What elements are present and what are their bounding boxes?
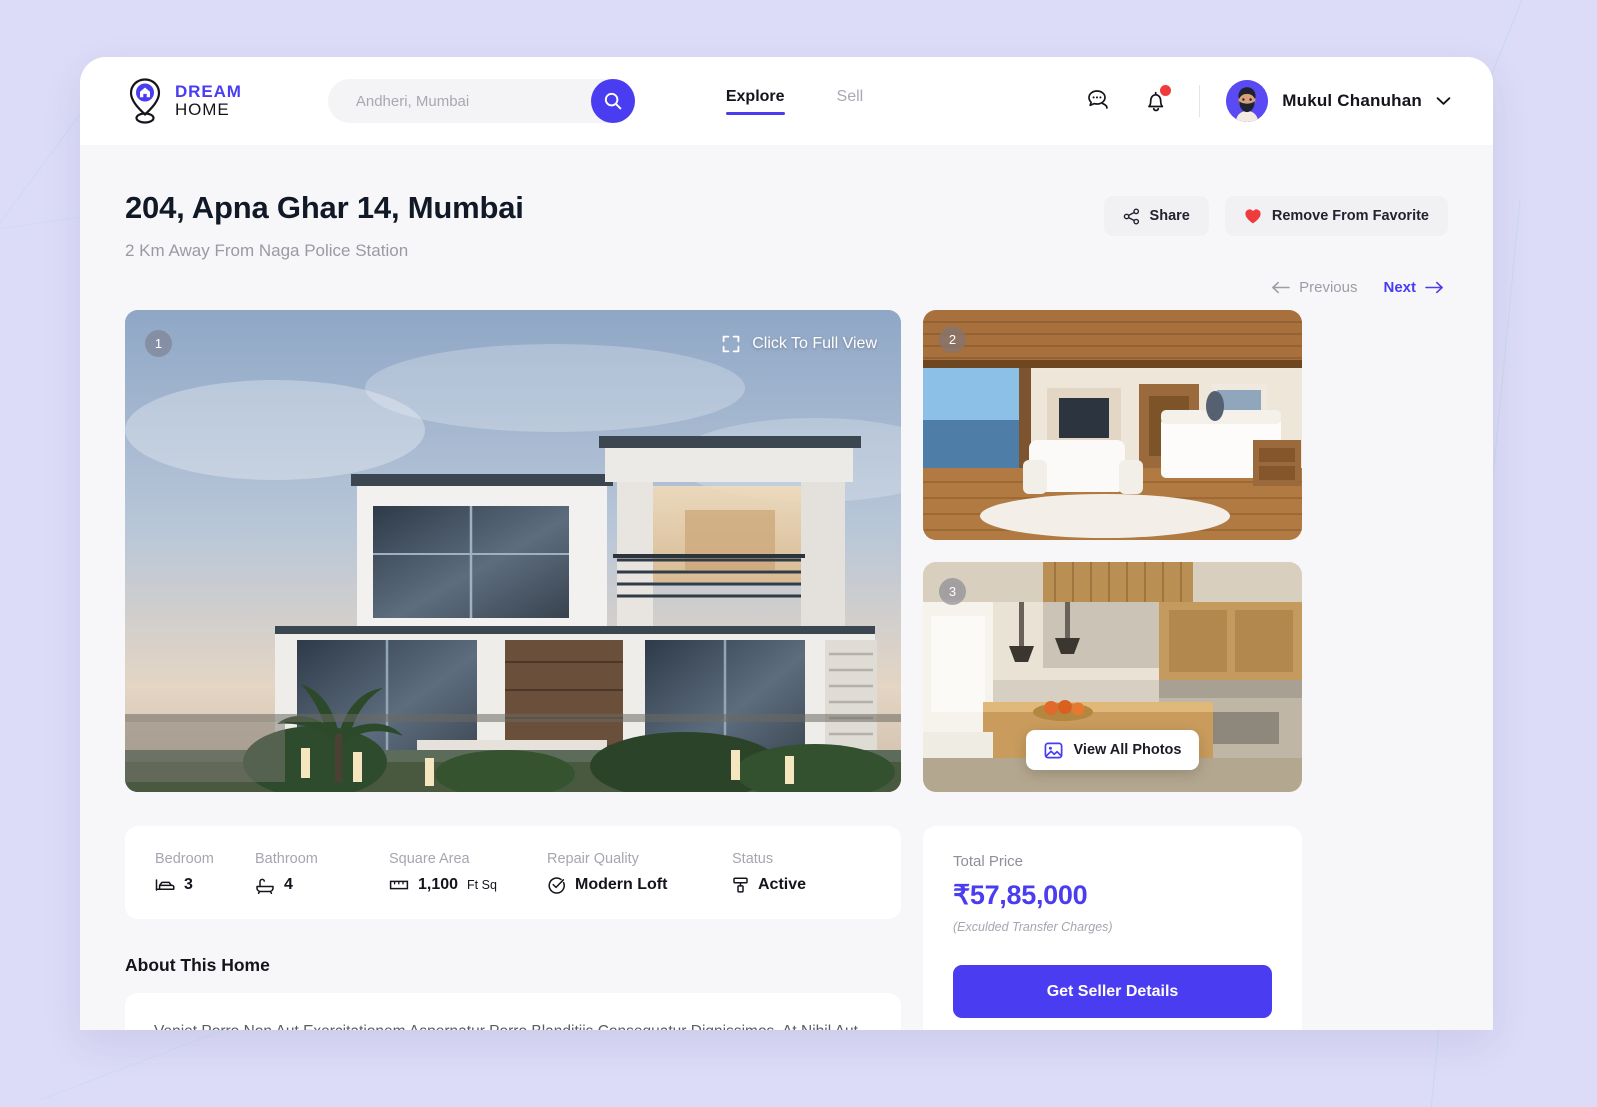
stat-repair-quality-value: Modern Loft bbox=[575, 876, 668, 893]
stat-bathroom: Bathroom 4 bbox=[255, 851, 389, 894]
view-all-photos-label: View All Photos bbox=[1073, 742, 1182, 758]
bathtub-icon bbox=[256, 878, 274, 894]
gallery-pager: Previous Next bbox=[125, 279, 1448, 296]
listing-actions: Share Remove From Favorite bbox=[1103, 190, 1448, 236]
stat-square-area-unit: Ft Sq bbox=[467, 878, 497, 892]
arrow-left-icon bbox=[1272, 281, 1290, 294]
main-nav: Explore Sell bbox=[725, 87, 864, 115]
stat-status-label: Status bbox=[732, 851, 774, 867]
previous-button[interactable]: Previous bbox=[1271, 279, 1357, 296]
property-stats: Bedroom 3 Bathroom 4 Square Area 1,100 F… bbox=[125, 826, 901, 919]
stat-bedroom-value: 3 bbox=[184, 876, 193, 893]
stat-bathroom-label: Bathroom bbox=[255, 851, 318, 867]
avatar bbox=[1226, 80, 1269, 122]
page-title: 204, Apna Ghar 14, Mumbai bbox=[125, 190, 524, 225]
thumbnail-photo-1-image bbox=[923, 310, 1302, 540]
header-actions: Mukul Chanuhan bbox=[1083, 80, 1451, 122]
about-card: Veniet Porro Non Aut Exercitationem Aspe… bbox=[125, 993, 901, 1030]
search-icon bbox=[604, 92, 622, 110]
get-seller-details-label: Get Seller Details bbox=[1046, 982, 1179, 1000]
about-heading: About This Home bbox=[125, 955, 270, 975]
brand-logo[interactable]: DREAM HOME bbox=[125, 77, 242, 125]
stat-repair-quality: Repair Quality Modern Loft bbox=[547, 851, 732, 894]
price-amount: ₹57,85,000 bbox=[953, 880, 1088, 910]
heart-icon bbox=[1245, 208, 1261, 223]
map-pin-home-icon bbox=[129, 78, 161, 124]
click-to-full-view[interactable]: Click To Full View bbox=[721, 334, 877, 354]
share-icon bbox=[1123, 208, 1139, 225]
click-to-full-view-label: Click To Full View bbox=[752, 335, 877, 352]
thumbnail-photo-2[interactable]: 3 View All Photos bbox=[923, 562, 1302, 792]
chevron-down-icon bbox=[1436, 97, 1451, 105]
thumbnail-photo-1-index: 2 bbox=[939, 326, 966, 353]
stat-bathroom-value: 4 bbox=[284, 876, 293, 893]
stat-bedroom-label: Bedroom bbox=[155, 851, 214, 867]
price-card: Total Price ₹57,85,000 (Exculded Transfe… bbox=[923, 826, 1302, 1030]
nav-item-explore[interactable]: Explore bbox=[725, 87, 785, 115]
messages-button[interactable] bbox=[1083, 84, 1117, 118]
photo-gallery: 1 Click To Full View 2 3 View All Photos bbox=[125, 310, 1448, 792]
paint-roller-icon bbox=[733, 877, 748, 893]
chat-bubble-icon bbox=[1088, 90, 1108, 109]
hero-photo-index: 1 bbox=[145, 330, 172, 357]
nav-item-explore-label: Explore bbox=[725, 87, 785, 105]
arrow-right-icon bbox=[1425, 281, 1443, 294]
user-menu[interactable]: Mukul Chanuhan bbox=[1226, 80, 1451, 122]
top-navigation-bar: DREAM HOME Explore Sell bbox=[80, 57, 1493, 145]
get-seller-details-button[interactable]: Get Seller Details bbox=[953, 965, 1272, 1018]
thumbnail-column: 2 3 View All Photos bbox=[923, 310, 1302, 792]
stat-square-area-value: 1,100 bbox=[418, 876, 459, 893]
check-circle-icon bbox=[548, 877, 565, 894]
notification-badge bbox=[1160, 85, 1172, 96]
about-text: Veniet Porro Non Aut Exercitationem Aspe… bbox=[154, 1018, 872, 1030]
stat-square-area: Square Area 1,100 Ft Sq bbox=[389, 851, 547, 894]
next-button-label: Next bbox=[1383, 279, 1416, 296]
stat-square-area-label: Square Area bbox=[389, 851, 470, 867]
hero-photo-image bbox=[125, 310, 901, 792]
share-button-label: Share bbox=[1149, 208, 1190, 224]
details-section: Bedroom 3 Bathroom 4 Square Area 1,100 F… bbox=[125, 826, 1448, 1030]
expand-icon bbox=[722, 335, 740, 353]
bed-icon bbox=[155, 879, 175, 891]
logo-line-1: DREAM bbox=[175, 81, 242, 101]
previous-button-label: Previous bbox=[1299, 279, 1358, 296]
search-input[interactable] bbox=[327, 92, 635, 110]
stat-bedroom: Bedroom 3 bbox=[155, 851, 255, 894]
stat-status-value: Active bbox=[758, 876, 807, 893]
thumbnail-photo-2-index: 3 bbox=[939, 578, 966, 605]
nav-item-sell[interactable]: Sell bbox=[837, 88, 864, 115]
remove-favorite-label: Remove From Favorite bbox=[1271, 208, 1429, 224]
app-window: DREAM HOME Explore Sell bbox=[80, 57, 1493, 1030]
details-left-column: Bedroom 3 Bathroom 4 Square Area 1,100 F… bbox=[125, 826, 901, 1030]
page-subtitle: 2 Km Away From Naga Police Station bbox=[125, 241, 409, 260]
logo-line-2: HOME bbox=[175, 100, 230, 119]
nav-item-sell-label: Sell bbox=[836, 87, 864, 105]
price-note: (Exculded Transfer Charges) bbox=[953, 920, 1113, 934]
stat-status: Status Active bbox=[732, 851, 806, 894]
search-button[interactable] bbox=[590, 79, 635, 123]
next-button[interactable]: Next bbox=[1383, 279, 1444, 296]
header-divider bbox=[1199, 85, 1201, 117]
share-button[interactable]: Share bbox=[1103, 196, 1209, 236]
image-icon bbox=[1044, 742, 1062, 758]
details-right-column: Total Price ₹57,85,000 (Exculded Transfe… bbox=[923, 826, 1302, 1030]
view-all-photos-button[interactable]: View All Photos bbox=[1025, 730, 1200, 770]
listing-header: 204, Apna Ghar 14, Mumbai 2 Km Away From… bbox=[125, 190, 1448, 261]
stat-repair-quality-label: Repair Quality bbox=[547, 851, 639, 867]
price-label: Total Price bbox=[953, 853, 1024, 870]
listing-page: 204, Apna Ghar 14, Mumbai 2 Km Away From… bbox=[80, 145, 1493, 1030]
hero-photo[interactable]: 1 Click To Full View bbox=[125, 310, 901, 792]
notifications-button[interactable] bbox=[1139, 84, 1173, 118]
user-name: Mukul Chanuhan bbox=[1282, 91, 1422, 110]
thumbnail-photo-1[interactable]: 2 bbox=[923, 310, 1302, 540]
remove-favorite-button[interactable]: Remove From Favorite bbox=[1224, 196, 1448, 236]
ruler-icon bbox=[389, 880, 409, 890]
location-search bbox=[327, 79, 635, 123]
